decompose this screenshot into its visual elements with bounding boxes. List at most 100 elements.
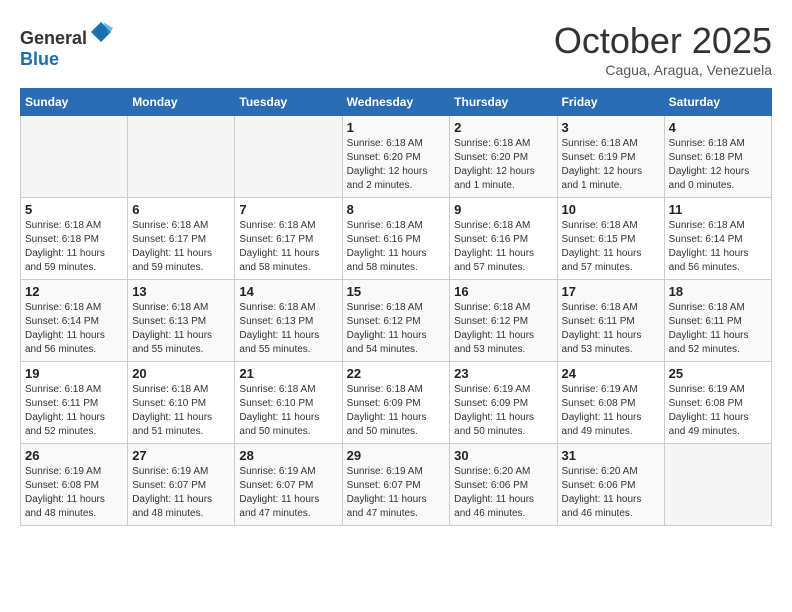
day-info: Sunrise: 6:19 AMSunset: 6:08 PMDaylight:… [562, 383, 660, 439]
day-number: 11 [669, 202, 767, 217]
calendar-cell [21, 116, 128, 198]
calendar-cell: 28 Sunrise: 6:19 AMSunset: 6:07 PMDayligh… [235, 444, 342, 526]
calendar-cell: 2 Sunrise: 6:18 AMSunset: 6:20 PMDaylight… [450, 116, 557, 198]
day-number: 8 [347, 202, 446, 217]
day-info: Sunrise: 6:18 AMSunset: 6:11 PMDaylight:… [669, 301, 767, 357]
day-info: Sunrise: 6:18 AMSunset: 6:19 PMDaylight:… [562, 137, 660, 193]
calendar-cell: 30 Sunrise: 6:20 AMSunset: 6:06 PMDayligh… [450, 444, 557, 526]
calendar-cell: 16Sunrise: 6:18 AMSunset: 6:12 PMDayligh… [450, 280, 557, 362]
calendar-cell: 27Sunrise: 6:19 AMSunset: 6:07 PMDayligh… [128, 444, 235, 526]
day-info: Sunrise: 6:18 AMSunset: 6:12 PMDaylight:… [454, 301, 552, 357]
day-number: 17 [562, 284, 660, 299]
calendar-header: SundayMondayTuesdayWednesdayThursdayFrid… [21, 89, 772, 116]
calendar-cell: 17 Sunrise: 6:18 AMSunset: 6:11 PMDayligh… [557, 280, 664, 362]
week-row-1: 1Sunrise: 6:18 AMSunset: 6:20 PMDaylight… [21, 116, 772, 198]
day-info: Sunrise: 6:18 AMSunset: 6:18 PMDaylight:… [669, 137, 767, 193]
day-info: Sunrise: 6:18 AMSunset: 6:15 PMDaylight:… [562, 219, 660, 275]
header-day-tuesday: Tuesday [235, 89, 342, 116]
day-info: Sunrise: 6:19 AMSunset: 6:08 PMDaylight:… [669, 383, 767, 439]
calendar-cell: 20 Sunrise: 6:18 AMSunset: 6:10 PMDayligh… [128, 362, 235, 444]
day-info: Sunrise: 6:19 AMSunset: 6:07 PMDaylight:… [132, 465, 230, 521]
day-number: 7 [239, 202, 337, 217]
day-info: Sunrise: 6:18 AMSunset: 6:11 PMDaylight:… [25, 383, 123, 439]
day-number: 9 [454, 202, 552, 217]
month-title: October 2025 [554, 20, 772, 62]
day-number: 15 [347, 284, 446, 299]
day-info: Sunrise: 6:19 AMSunset: 6:07 PMDaylight:… [347, 465, 446, 521]
day-info: Sunrise: 6:19 AMSunset: 6:08 PMDaylight:… [25, 465, 123, 521]
day-info: Sunrise: 6:19 AMSunset: 6:09 PMDaylight:… [454, 383, 552, 439]
calendar-cell: 22 Sunrise: 6:18 AMSunset: 6:09 PMDayligh… [342, 362, 450, 444]
day-info: Sunrise: 6:19 AMSunset: 6:07 PMDaylight:… [239, 465, 337, 521]
day-number: 21 [239, 366, 337, 381]
day-info: Sunrise: 6:18 AMSunset: 6:16 PMDaylight:… [454, 219, 552, 275]
day-number: 22 [347, 366, 446, 381]
day-info: Sunrise: 6:18 AMSunset: 6:09 PMDaylight:… [347, 383, 446, 439]
day-info: Sunrise: 6:18 AMSunset: 6:13 PMDaylight:… [239, 301, 337, 357]
logo-icon [89, 20, 113, 44]
title-block: October 2025 Cagua, Aragua, Venezuela [554, 20, 772, 78]
day-number: 10 [562, 202, 660, 217]
day-number: 2 [454, 120, 552, 135]
day-info: Sunrise: 6:20 AMSunset: 6:06 PMDaylight:… [562, 465, 660, 521]
day-number: 4 [669, 120, 767, 135]
day-number: 5 [25, 202, 123, 217]
week-row-3: 12Sunrise: 6:18 AMSunset: 6:14 PMDayligh… [21, 280, 772, 362]
calendar-cell: 13Sunrise: 6:18 AMSunset: 6:13 PMDayligh… [128, 280, 235, 362]
day-number: 12 [25, 284, 123, 299]
calendar-cell: 24 Sunrise: 6:19 AMSunset: 6:08 PMDayligh… [557, 362, 664, 444]
day-number: 30 [454, 448, 552, 463]
calendar-cell: 31 Sunrise: 6:20 AMSunset: 6:06 PMDayligh… [557, 444, 664, 526]
calendar-cell: 23Sunrise: 6:19 AMSunset: 6:09 PMDayligh… [450, 362, 557, 444]
day-number: 19 [25, 366, 123, 381]
calendar-cell: 19 Sunrise: 6:18 AMSunset: 6:11 PMDayligh… [21, 362, 128, 444]
calendar-cell: 8 Sunrise: 6:18 AMSunset: 6:16 PMDaylight… [342, 198, 450, 280]
logo-general: General [20, 28, 87, 48]
calendar-cell: 29 Sunrise: 6:19 AMSunset: 6:07 PMDayligh… [342, 444, 450, 526]
day-number: 29 [347, 448, 446, 463]
day-info: Sunrise: 6:18 AMSunset: 6:13 PMDaylight:… [132, 301, 230, 357]
page-header: General Blue October 2025 Cagua, Aragua,… [20, 20, 772, 78]
location: Cagua, Aragua, Venezuela [554, 62, 772, 78]
day-number: 24 [562, 366, 660, 381]
header-row: SundayMondayTuesdayWednesdayThursdayFrid… [21, 89, 772, 116]
calendar-cell: 11 Sunrise: 6:18 AMSunset: 6:14 PMDayligh… [664, 198, 771, 280]
day-number: 18 [669, 284, 767, 299]
day-info: Sunrise: 6:18 AMSunset: 6:17 PMDaylight:… [132, 219, 230, 275]
day-number: 25 [669, 366, 767, 381]
calendar-cell: 5Sunrise: 6:18 AMSunset: 6:18 PMDaylight… [21, 198, 128, 280]
header-day-monday: Monday [128, 89, 235, 116]
logo: General Blue [20, 20, 113, 70]
calendar-cell: 6Sunrise: 6:18 AMSunset: 6:17 PMDaylight… [128, 198, 235, 280]
week-row-5: 26Sunrise: 6:19 AMSunset: 6:08 PMDayligh… [21, 444, 772, 526]
calendar-cell: 18 Sunrise: 6:18 AMSunset: 6:11 PMDayligh… [664, 280, 771, 362]
header-day-sunday: Sunday [21, 89, 128, 116]
day-number: 14 [239, 284, 337, 299]
calendar-cell [235, 116, 342, 198]
calendar-cell: 9 Sunrise: 6:18 AMSunset: 6:16 PMDaylight… [450, 198, 557, 280]
day-info: Sunrise: 6:18 AMSunset: 6:16 PMDaylight:… [347, 219, 446, 275]
calendar-cell: 3 Sunrise: 6:18 AMSunset: 6:19 PMDaylight… [557, 116, 664, 198]
header-day-friday: Friday [557, 89, 664, 116]
day-info: Sunrise: 6:18 AMSunset: 6:10 PMDaylight:… [132, 383, 230, 439]
calendar-cell: 4 Sunrise: 6:18 AMSunset: 6:18 PMDaylight… [664, 116, 771, 198]
calendar-body: 1Sunrise: 6:18 AMSunset: 6:20 PMDaylight… [21, 116, 772, 526]
day-info: Sunrise: 6:18 AMSunset: 6:17 PMDaylight:… [239, 219, 337, 275]
calendar-cell: 26Sunrise: 6:19 AMSunset: 6:08 PMDayligh… [21, 444, 128, 526]
day-info: Sunrise: 6:18 AMSunset: 6:14 PMDaylight:… [669, 219, 767, 275]
header-day-saturday: Saturday [664, 89, 771, 116]
day-number: 31 [562, 448, 660, 463]
header-day-wednesday: Wednesday [342, 89, 450, 116]
day-number: 20 [132, 366, 230, 381]
day-number: 3 [562, 120, 660, 135]
calendar-cell: 25 Sunrise: 6:19 AMSunset: 6:08 PMDayligh… [664, 362, 771, 444]
day-number: 28 [239, 448, 337, 463]
calendar-cell: 10 Sunrise: 6:18 AMSunset: 6:15 PMDayligh… [557, 198, 664, 280]
day-info: Sunrise: 6:18 AMSunset: 6:11 PMDaylight:… [562, 301, 660, 357]
calendar-cell: 1Sunrise: 6:18 AMSunset: 6:20 PMDaylight… [342, 116, 450, 198]
calendar-cell: 15Sunrise: 6:18 AMSunset: 6:12 PMDayligh… [342, 280, 450, 362]
day-info: Sunrise: 6:18 AMSunset: 6:20 PMDaylight:… [454, 137, 552, 193]
day-info: Sunrise: 6:20 AMSunset: 6:06 PMDaylight:… [454, 465, 552, 521]
day-info: Sunrise: 6:18 AMSunset: 6:10 PMDaylight:… [239, 383, 337, 439]
logo-blue: Blue [20, 49, 59, 69]
